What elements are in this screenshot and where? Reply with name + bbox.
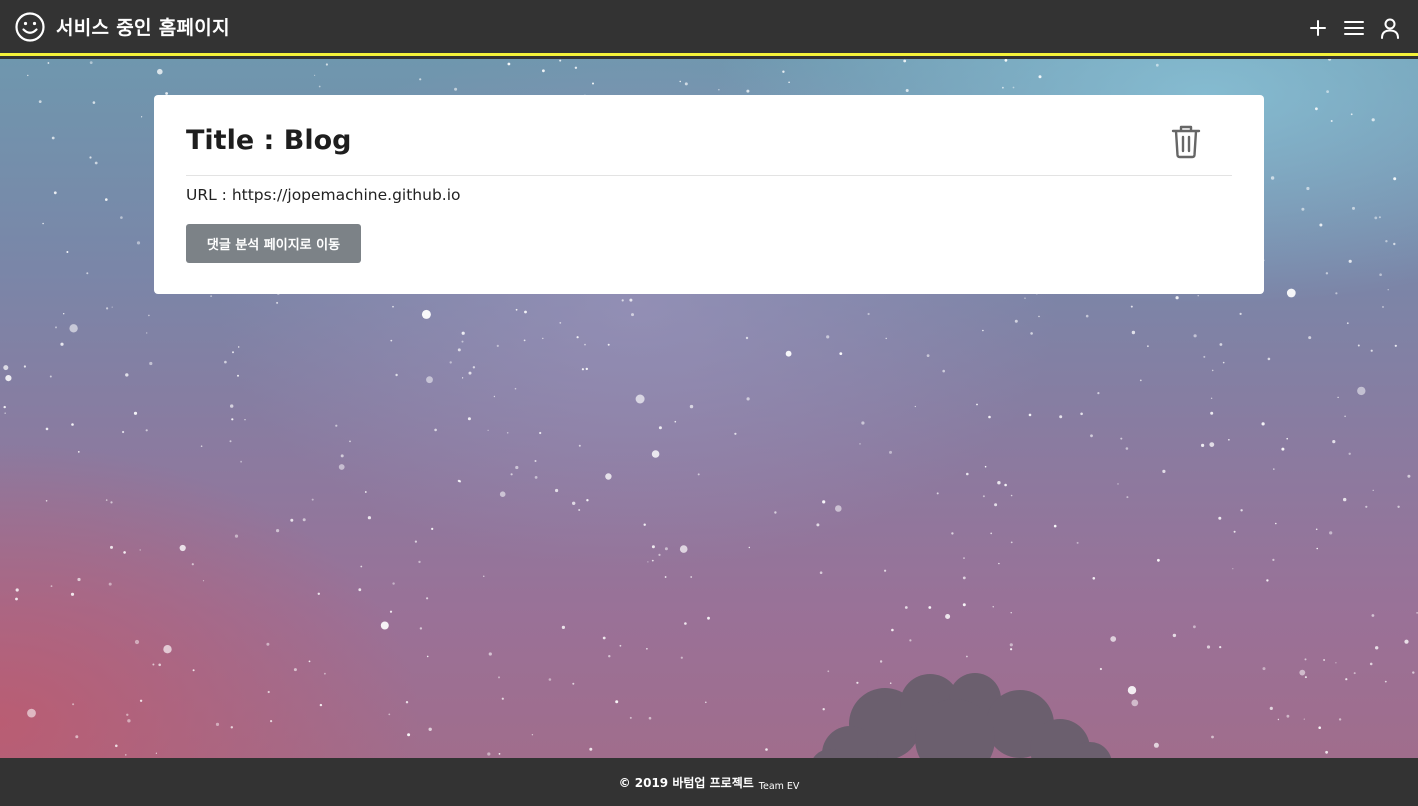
card-header: Title : Blog (186, 95, 1232, 176)
plus-icon[interactable] (1306, 16, 1330, 40)
comment-analysis-button[interactable]: 댓글 분석 페이지로 이동 (186, 224, 361, 263)
footer-team: Team EV (758, 780, 800, 792)
user-icon[interactable] (1378, 16, 1402, 40)
card-title: Title : Blog (186, 124, 352, 156)
site-card: Title : Blog URL : https://jopemachine.g… (154, 95, 1264, 294)
header-actions (1306, 16, 1402, 40)
trash-icon[interactable] (1170, 123, 1202, 159)
top-navbar: 서비스 중인 홈페이지 (0, 0, 1418, 56)
smiley-face-icon (14, 11, 46, 43)
footer: © 2019 바텀업 프로젝트 Team EV (0, 758, 1418, 806)
menu-icon[interactable] (1342, 16, 1366, 40)
brand[interactable]: 서비스 중인 홈페이지 (14, 11, 230, 43)
card-url: URL : https://jopemachine.github.io (186, 186, 461, 204)
footer-copyright: © 2019 바텀업 프로젝트 (618, 775, 754, 790)
site-title: 서비스 중인 홈페이지 (56, 17, 230, 39)
